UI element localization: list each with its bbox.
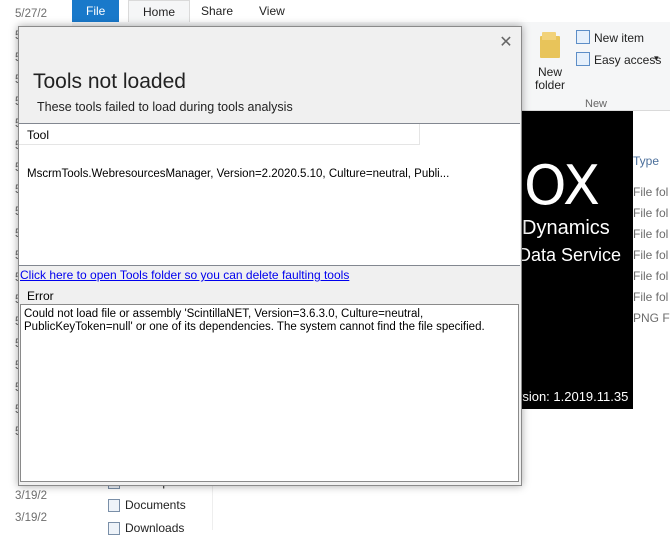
navigation-pane: Desktop Documents Downloads — [72, 475, 212, 535]
error-label: Error — [27, 289, 54, 303]
type-cell: File fol — [633, 185, 669, 199]
tab-share[interactable]: Share — [187, 0, 247, 22]
splash-dynamics: Dynamics — [522, 217, 610, 239]
easy-access-button[interactable]: Easy access — [594, 53, 661, 67]
date-cell: 5/27/2 — [15, 8, 47, 20]
ribbon-group-new-label: New — [585, 98, 608, 110]
nav-item-documents[interactable]: Documents — [125, 498, 186, 512]
list-item[interactable]: MscrmTools.WebresourcesManager, Version=… — [27, 168, 449, 180]
ribbon-tabs: File Home Share View — [72, 0, 670, 23]
error-textbox[interactable]: Could not load file or assembly 'Scintil… — [20, 304, 519, 482]
tab-file[interactable]: File — [72, 0, 120, 22]
new-item-button[interactable]: New item — [594, 31, 644, 45]
date-cell: 3/19/2 — [15, 490, 47, 502]
pane-divider — [212, 484, 227, 530]
date-cell: 3/19/2 — [15, 512, 47, 524]
tab-home[interactable]: Home — [128, 0, 191, 23]
dialog-title: Tools not loaded — [33, 70, 186, 93]
nav-item-downloads[interactable]: Downloads — [125, 521, 184, 535]
type-cell: PNG Fil — [633, 311, 670, 325]
new-folder-label-line1[interactable]: New — [538, 65, 562, 79]
dialog-subtitle: These tools failed to load during tools … — [37, 100, 293, 114]
new-folder-label-line2[interactable]: folder — [535, 78, 565, 92]
type-cell: File fol — [633, 248, 669, 262]
error-message: Could not load file or assembly 'Scintil… — [24, 308, 485, 333]
close-icon[interactable]: ✕ — [497, 33, 515, 51]
type-cell: File fol — [633, 206, 669, 220]
new-item-icon[interactable] — [576, 30, 590, 44]
downloads-icon — [108, 522, 120, 535]
splash-version: rsion: 1.2019.11.35 — [518, 389, 629, 404]
type-cell: File fol — [633, 227, 669, 241]
chevron-down-icon[interactable]: ▾ — [654, 53, 659, 64]
documents-icon — [108, 499, 120, 512]
type-cell: File fol — [633, 269, 669, 283]
open-tools-folder-link[interactable]: Click here to open Tools folder so you c… — [20, 268, 349, 282]
new-folder-icon[interactable] — [540, 32, 560, 58]
splash-screen: OX Dynamics Data Service rsion: 1.2019.1… — [518, 111, 633, 409]
splash-logo: OX — [524, 154, 601, 217]
splash-data-service: Data Service — [518, 245, 622, 265]
type-column-header[interactable]: Type — [633, 154, 659, 168]
tool-column-header[interactable]: Tool — [19, 124, 420, 145]
tab-view[interactable]: View — [245, 0, 299, 22]
type-cell: File fol — [633, 290, 669, 304]
failed-tools-list[interactable]: Tool MscrmTools.WebresourcesManager, Ver… — [19, 123, 520, 266]
tools-not-loaded-dialog: ✕ Tools not loaded These tools failed to… — [18, 26, 522, 486]
easy-access-icon[interactable] — [576, 52, 590, 66]
tool-column-header-label: Tool — [27, 128, 50, 142]
